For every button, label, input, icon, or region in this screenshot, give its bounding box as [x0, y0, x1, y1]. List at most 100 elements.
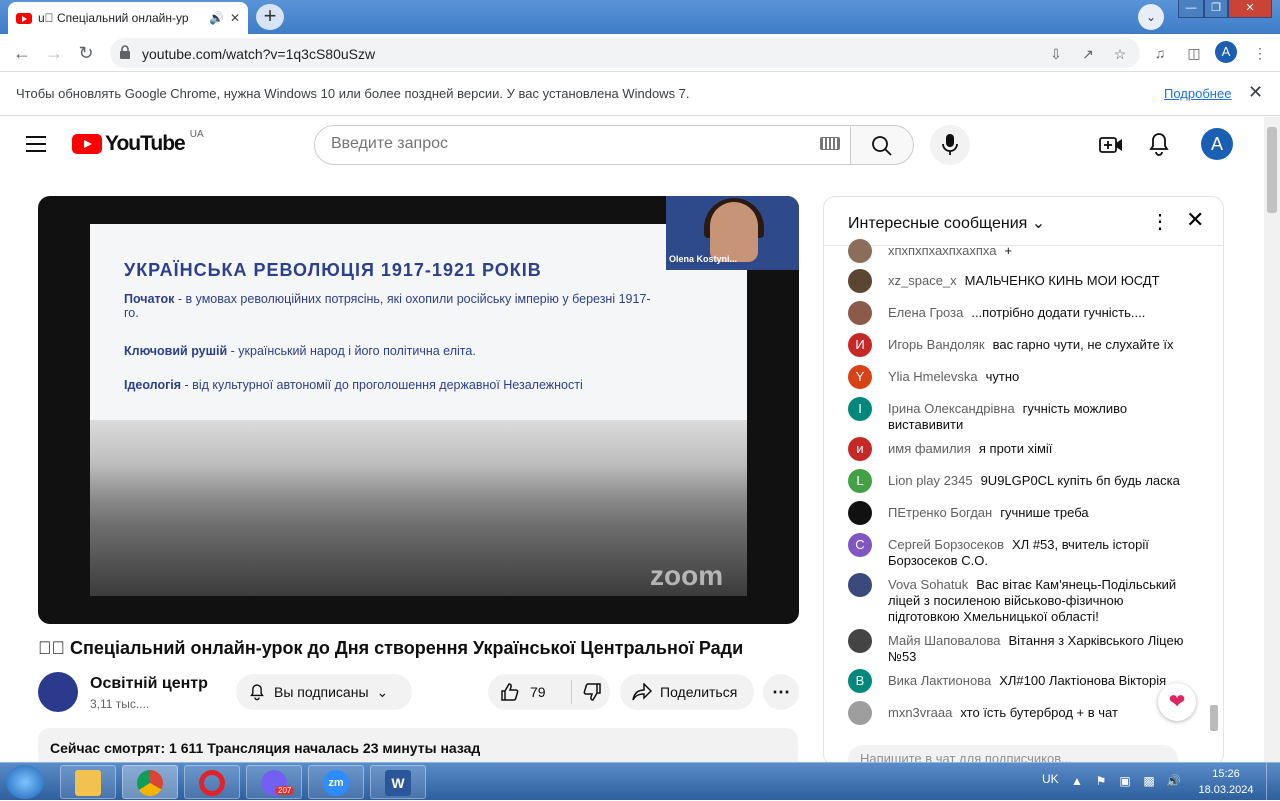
chat-mode-dropdown[interactable]: Интересные сообщения ⌄ — [848, 213, 1045, 233]
chat-author-avatar[interactable]: и — [848, 437, 872, 461]
taskbar-chrome[interactable] — [122, 765, 178, 799]
taskbar-zoom[interactable]: zm — [308, 765, 364, 799]
browser-profile-avatar[interactable]: A — [1215, 41, 1237, 63]
reload-icon[interactable]: ↻ — [74, 41, 98, 65]
create-video-icon[interactable] — [1098, 132, 1124, 158]
minimize-window-button[interactable]: — — [1178, 0, 1204, 18]
infobar-close-icon[interactable]: ✕ — [1248, 82, 1263, 103]
start-button[interactable] — [6, 765, 44, 799]
chat-author-name[interactable]: mxn3vraaa — [888, 705, 952, 720]
notifications-bell-icon[interactable] — [1146, 131, 1172, 157]
taskbar-word[interactable]: W — [370, 765, 426, 799]
chat-more-options-icon[interactable]: ⋮ — [1150, 209, 1170, 234]
chat-author-avatar[interactable]: C — [848, 533, 872, 557]
chat-author-name[interactable]: хпхпхпхахпхахпха — [888, 243, 996, 258]
side-panel-icon[interactable]: ◫ — [1184, 43, 1204, 63]
close-window-button[interactable]: ✕ — [1228, 0, 1272, 18]
browser-tab[interactable]: u  Спеціальний онлайн-ур 🔊 ✕ — [8, 2, 248, 34]
media-control-icon[interactable]: ♫ — [1150, 43, 1170, 63]
infobar-message: Чтобы обновлять Google Chrome, нужна Win… — [16, 86, 690, 101]
chat-author-name[interactable]: ПЕтренко Богдан — [888, 505, 992, 520]
subscribed-button[interactable]: Вы подписаны ⌄ — [236, 674, 412, 710]
taskbar-explorer[interactable] — [60, 765, 116, 799]
channel-name[interactable]: Освітній центр В — [90, 675, 212, 693]
chat-author-avatar[interactable] — [848, 239, 872, 263]
like-button[interactable]: 79 — [488, 680, 572, 704]
account-avatar[interactable]: A — [1201, 128, 1233, 160]
chat-close-icon[interactable]: ✕ — [1186, 207, 1204, 233]
taskbar-opera[interactable] — [184, 765, 240, 799]
presenter-camera: Olena Kostyni... — [666, 196, 799, 270]
system-clock[interactable]: 15:26 18.03.2024 — [1196, 766, 1256, 798]
chat-author-avatar[interactable] — [848, 269, 872, 293]
taskbar-viber[interactable]: 207 — [246, 765, 302, 799]
page-scrollbar-thumb[interactable] — [1267, 127, 1277, 213]
tab-search-chevron-icon[interactable]: ⌄ — [1138, 4, 1164, 30]
infobar-more-link[interactable]: Подробнее — [1164, 86, 1231, 101]
chat-author-avatar[interactable]: B — [848, 669, 872, 693]
chat-author-name[interactable]: Майя Шаповалова — [888, 633, 1000, 648]
chat-message-text: я проти хімії — [978, 441, 1053, 456]
video-player[interactable]: УКРАЇНСЬКА РЕВОЛЮЦІЯ 1917-1921 РОКІВ Поч… — [38, 196, 799, 624]
thumbs-down-icon[interactable] — [582, 682, 602, 702]
page-scrollbar[interactable] — [1264, 117, 1280, 762]
show-desktop-button[interactable] — [1266, 763, 1280, 801]
usb-device-icon[interactable]: ▣ — [1118, 774, 1132, 788]
hamburger-menu-icon[interactable] — [26, 136, 46, 152]
chat-author-name[interactable]: Вика Лактионова — [888, 673, 991, 688]
close-tab-icon[interactable]: ✕ — [230, 11, 240, 25]
chat-author-avatar[interactable] — [848, 629, 872, 653]
chat-author-avatar[interactable]: Y — [848, 365, 872, 389]
new-tab-button[interactable]: + — [256, 4, 284, 30]
chat-message-text: гучнише треба — [1000, 505, 1089, 520]
chat-message-body: Lion play 2345 9U9LGP0CL купіть бп будь л… — [888, 473, 1188, 489]
chat-message-text: вас гарно чути, не слухайте їх — [992, 337, 1174, 352]
chat-author-name[interactable]: xz_space_x — [888, 273, 957, 288]
chat-mode-label: Интересные сообщения — [848, 215, 1028, 232]
chat-author-avatar[interactable]: L — [848, 469, 872, 493]
address-bar[interactable]: youtube.com/watch?v=1q3cS80uSzw ⇩ ↗ ☆ — [110, 38, 1140, 68]
install-app-icon[interactable]: ⇩ — [1046, 44, 1066, 64]
heart-reaction-icon[interactable]: ❤ — [1158, 683, 1196, 721]
forward-arrow-icon[interactable]: → — [42, 41, 66, 65]
chat-author-name[interactable]: Ірина Олександрівна — [888, 401, 1015, 416]
bookmark-star-icon[interactable]: ☆ — [1110, 44, 1130, 64]
chat-author-name[interactable]: Елена Гроза — [888, 305, 963, 320]
chat-author-name[interactable]: Сергей Борзосеков — [888, 537, 1004, 552]
slide-line-text: - від культурної автономії до проголошен… — [181, 378, 583, 392]
volume-icon[interactable]: 🔊 — [1166, 774, 1181, 788]
chat-author-avatar[interactable] — [848, 573, 872, 597]
chat-author-avatar[interactable] — [848, 701, 872, 725]
speaker-icon[interactable]: 🔊 — [209, 11, 224, 25]
restore-window-button[interactable]: ❐ — [1204, 0, 1228, 18]
live-stats: Сейчас смотрят: 1 611 Трансляция началас… — [50, 740, 481, 756]
chat-author-name[interactable]: Ylia Hmelevska — [888, 369, 978, 384]
lock-icon — [120, 45, 130, 59]
chat-author-name[interactable]: Игорь Вандоляк — [888, 337, 985, 352]
chat-author-avatar[interactable]: I — [848, 397, 872, 421]
search-button[interactable] — [851, 125, 914, 165]
more-actions-button[interactable]: ⋯ — [763, 674, 799, 710]
youtube-logo[interactable]: YouTube UA — [72, 129, 204, 156]
chat-author-name[interactable]: Lion play 2345 — [888, 473, 973, 488]
back-arrow-icon[interactable]: ← — [10, 41, 34, 65]
channel-avatar[interactable] — [38, 672, 78, 712]
keyboard-icon[interactable] — [820, 137, 840, 150]
browser-menu-icon[interactable]: ⋮ — [1250, 43, 1270, 63]
chat-scrollbar-thumb[interactable] — [1210, 705, 1218, 731]
tray-expand-icon[interactable]: ▲ — [1070, 774, 1084, 788]
network-icon[interactable]: ▩ — [1142, 774, 1156, 788]
chat-author-name[interactable]: имя фамилия — [888, 441, 971, 456]
share-icon[interactable]: ↗ — [1078, 44, 1098, 64]
search-input[interactable] — [331, 135, 801, 153]
chat-author-avatar[interactable] — [848, 501, 872, 525]
voice-search-button[interactable] — [930, 125, 970, 165]
chat-author-avatar[interactable]: И — [848, 333, 872, 357]
chat-author-avatar[interactable] — [848, 301, 872, 325]
action-center-flag-icon[interactable]: ⚑ — [1094, 774, 1108, 788]
share-button[interactable]: Поделиться — [620, 674, 754, 710]
chat-message-text: хто їсть бутерброд + в чат — [960, 705, 1118, 720]
chat-author-name[interactable]: Vova Sohatuk — [888, 577, 968, 592]
channel-subscribers: 3,11 тыс.... — [90, 697, 150, 711]
input-language[interactable]: UK — [1042, 772, 1059, 786]
